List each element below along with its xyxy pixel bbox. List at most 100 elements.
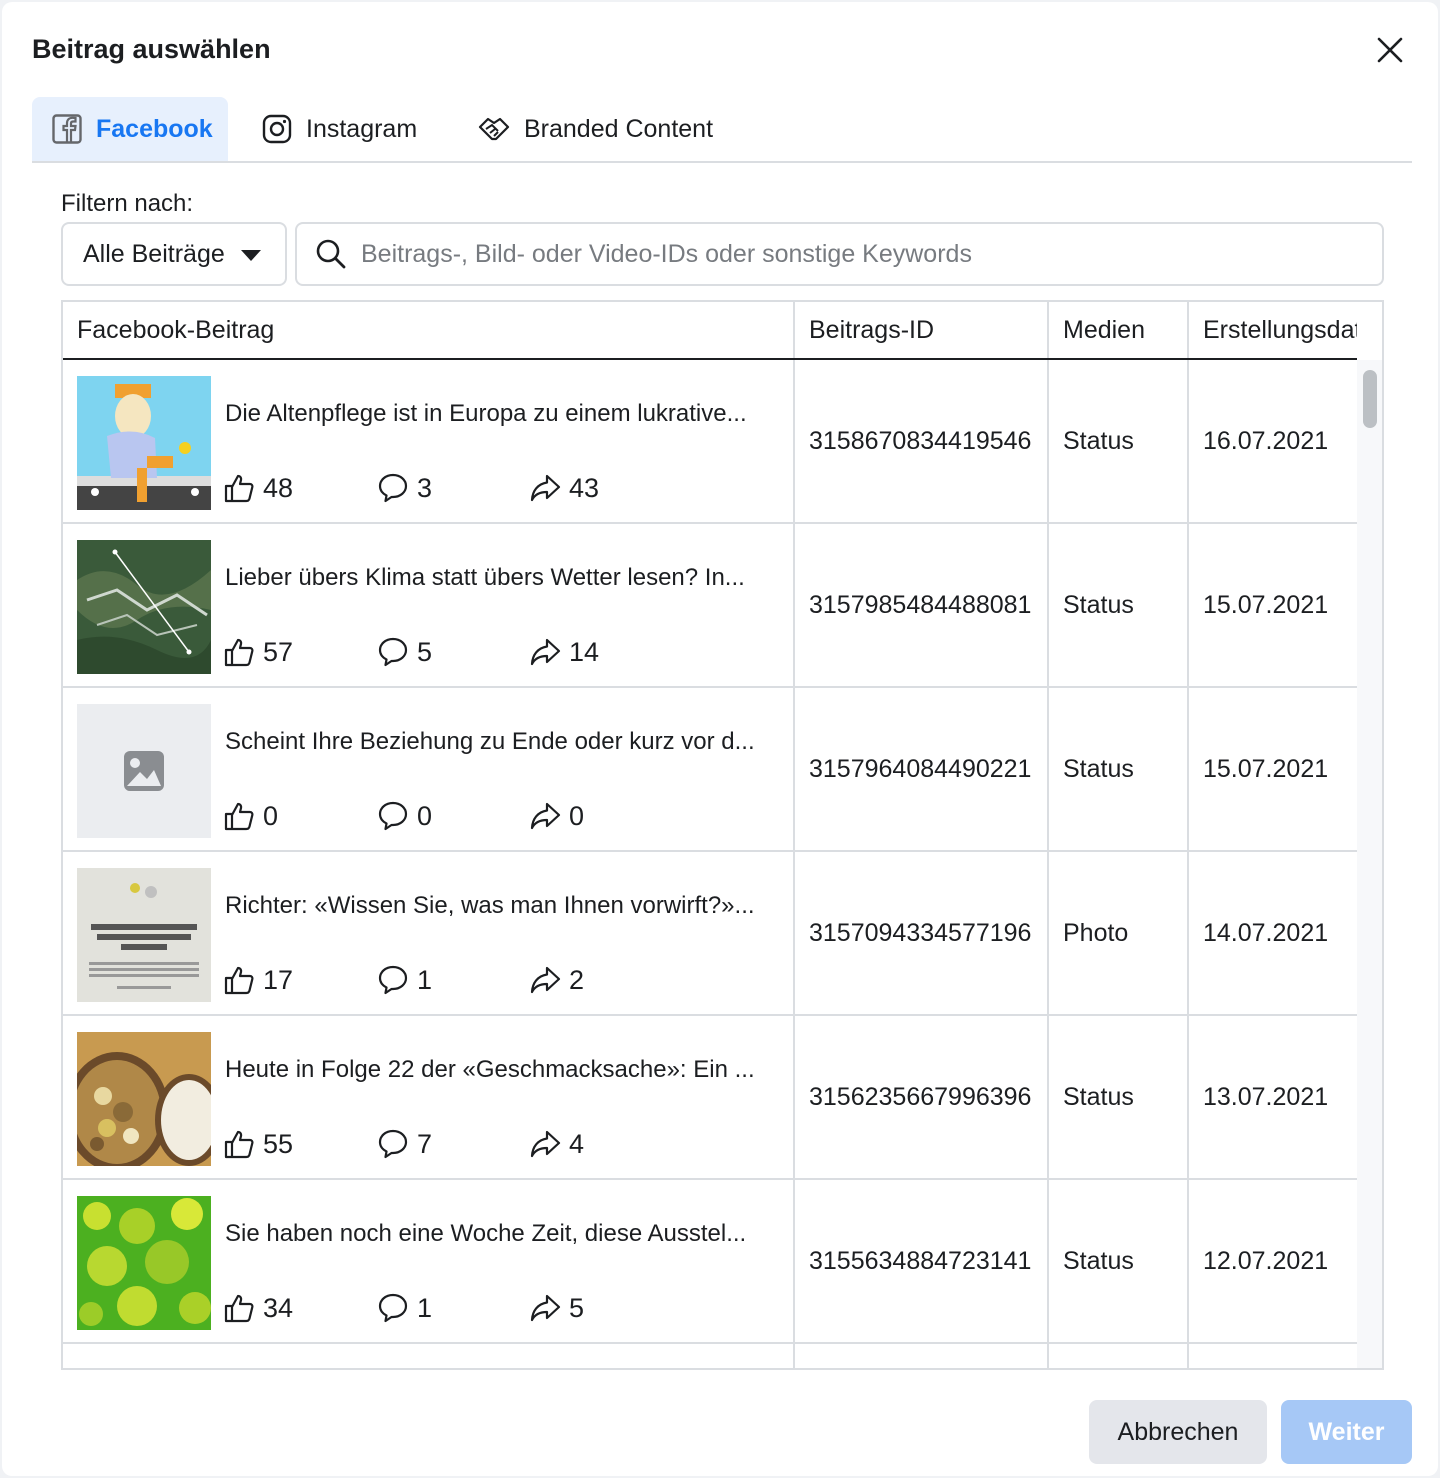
table-row[interactable]: Heute in Folge 22 der «Geschmacksache»: … bbox=[63, 1016, 1357, 1180]
media-cell: Status bbox=[1049, 1180, 1189, 1342]
likes-count: 57 bbox=[223, 636, 293, 668]
likes-count: 34 bbox=[223, 1292, 293, 1324]
thumbs-up-icon bbox=[224, 1130, 254, 1159]
post-id-cell: 3155634884723141 bbox=[795, 1180, 1049, 1342]
next-button[interactable]: Weiter bbox=[1281, 1400, 1412, 1464]
image-placeholder-icon bbox=[124, 751, 164, 791]
post-text: Scheint Ihre Beziehung zu Ende oder kurz… bbox=[225, 728, 755, 755]
scrollbar-thumb[interactable] bbox=[1363, 370, 1377, 428]
likes-count: 0 bbox=[223, 800, 278, 832]
share-icon bbox=[530, 638, 561, 666]
cancel-button[interactable]: Abbrechen bbox=[1089, 1400, 1267, 1464]
thumbs-up-icon bbox=[224, 1294, 254, 1323]
shares-count: 14 bbox=[529, 636, 599, 668]
post-thumbnail bbox=[77, 540, 211, 674]
tab-label: Branded Content bbox=[524, 114, 714, 143]
media-cell bbox=[1049, 1344, 1189, 1368]
date-cell: 16.07.2021 bbox=[1203, 426, 1329, 455]
table-row-partial[interactable] bbox=[63, 1344, 1357, 1370]
post-id-cell bbox=[795, 1344, 1049, 1368]
thumbs-up-icon bbox=[224, 802, 254, 831]
table-row[interactable]: Scheint Ihre Beziehung zu Ende oder kurz… bbox=[63, 688, 1357, 852]
tab-instagram[interactable]: Instagram bbox=[262, 97, 417, 161]
comment-icon bbox=[378, 965, 408, 995]
search-box[interactable] bbox=[295, 222, 1384, 286]
media-cell: Status bbox=[1049, 360, 1189, 522]
column-header-media[interactable]: Medien bbox=[1049, 302, 1189, 358]
post-cell: Richter: «Wissen Sie, was man Ihnen vorw… bbox=[63, 852, 795, 1014]
caret-down-icon bbox=[241, 250, 261, 261]
column-header-post[interactable]: Facebook-Beitrag bbox=[63, 302, 795, 358]
comments-count: 3 bbox=[377, 472, 432, 504]
post-id-cell: 3156235667996396 bbox=[795, 1016, 1049, 1178]
media-cell: Status bbox=[1049, 1016, 1189, 1178]
post-text: Lieber übers Klima statt übers Wetter le… bbox=[225, 564, 745, 591]
filter-label: Filtern nach: bbox=[61, 190, 194, 217]
select-post-dialog: Beitrag auswählen Facebook Instagram Bra… bbox=[2, 2, 1438, 1476]
media-cell: Status bbox=[1049, 688, 1189, 850]
share-icon bbox=[530, 1294, 561, 1322]
post-cell: Lieber übers Klima statt übers Wetter le… bbox=[63, 524, 795, 686]
tab-label: Facebook bbox=[96, 114, 213, 143]
table-row[interactable]: Lieber übers Klima statt übers Wetter le… bbox=[63, 524, 1357, 688]
comment-icon bbox=[378, 801, 408, 831]
share-icon bbox=[530, 474, 561, 502]
post-thumbnail bbox=[77, 1032, 211, 1166]
post-id-cell: 3157964084490221 bbox=[795, 688, 1049, 850]
tab-branded-content[interactable]: Branded Content bbox=[478, 97, 713, 161]
post-text: Sie haben noch eine Woche Zeit, diese Au… bbox=[225, 1220, 747, 1247]
tab-facebook[interactable]: Facebook bbox=[32, 97, 228, 161]
comments-count: 5 bbox=[377, 636, 432, 668]
post-text: Heute in Folge 22 der «Geschmacksache»: … bbox=[225, 1056, 755, 1083]
post-id-cell: 3157985484488081 bbox=[795, 524, 1049, 686]
comments-count: 1 bbox=[377, 1292, 432, 1324]
thumbs-up-icon bbox=[224, 966, 254, 995]
share-icon bbox=[530, 966, 561, 994]
posts-table: Facebook-Beitrag Beitrags-ID Medien Erst… bbox=[61, 300, 1384, 1370]
post-thumbnail-placeholder bbox=[77, 704, 211, 838]
search-icon bbox=[316, 239, 346, 269]
table-row[interactable]: Sie haben noch eine Woche Zeit, diese Au… bbox=[63, 1180, 1357, 1344]
comment-icon bbox=[378, 1293, 408, 1323]
post-text: Richter: «Wissen Sie, was man Ihnen vorw… bbox=[225, 892, 755, 919]
thumbs-up-icon bbox=[224, 474, 254, 503]
column-header-created-date[interactable]: Erstellungsdatum bbox=[1189, 302, 1357, 358]
comment-icon bbox=[378, 1129, 408, 1159]
date-cell: 13.07.2021 bbox=[1203, 1082, 1329, 1111]
instagram-icon bbox=[262, 114, 292, 144]
search-input[interactable] bbox=[361, 239, 1351, 269]
post-cell bbox=[63, 1344, 795, 1370]
share-icon bbox=[530, 802, 561, 830]
facebook-icon bbox=[52, 114, 82, 144]
handshake-icon bbox=[478, 115, 510, 143]
likes-count: 48 bbox=[223, 472, 293, 504]
post-cell: Sie haben noch eine Woche Zeit, diese Au… bbox=[63, 1180, 795, 1342]
dialog-title: Beitrag auswählen bbox=[32, 34, 271, 64]
post-text: Die Altenpflege ist in Europa zu einem l… bbox=[225, 400, 747, 427]
date-cell: 15.07.2021 bbox=[1203, 754, 1329, 783]
table-scrollbar[interactable] bbox=[1357, 360, 1382, 1368]
shares-count: 0 bbox=[529, 800, 584, 832]
dropdown-value: Alle Beiträge bbox=[83, 239, 225, 268]
likes-count: 55 bbox=[223, 1128, 293, 1160]
thumbs-up-icon bbox=[224, 638, 254, 667]
close-button[interactable] bbox=[1370, 30, 1410, 70]
date-cell bbox=[1189, 1344, 1357, 1368]
tab-label: Instagram bbox=[306, 114, 418, 143]
post-cell: Die Altenpflege ist in Europa zu einem l… bbox=[63, 360, 795, 522]
comment-icon bbox=[378, 473, 408, 503]
comments-count: 7 bbox=[377, 1128, 432, 1160]
shares-count: 43 bbox=[529, 472, 599, 504]
shares-count: 2 bbox=[529, 964, 584, 996]
post-filter-dropdown[interactable]: Alle Beiträge bbox=[61, 222, 287, 286]
date-cell: 12.07.2021 bbox=[1203, 1246, 1329, 1275]
table-row[interactable]: Richter: «Wissen Sie, was man Ihnen vorw… bbox=[63, 852, 1357, 1016]
post-cell: Scheint Ihre Beziehung zu Ende oder kurz… bbox=[63, 688, 795, 850]
post-cell: Heute in Folge 22 der «Geschmacksache»: … bbox=[63, 1016, 795, 1178]
post-id-cell: 3157094334577196 bbox=[795, 852, 1049, 1014]
column-header-post-id[interactable]: Beitrags-ID bbox=[795, 302, 1049, 358]
post-thumbnail bbox=[77, 1196, 211, 1330]
close-icon bbox=[1377, 37, 1403, 63]
table-row[interactable]: Die Altenpflege ist in Europa zu einem l… bbox=[63, 360, 1357, 524]
post-thumbnail-partial bbox=[151, 1364, 211, 1370]
